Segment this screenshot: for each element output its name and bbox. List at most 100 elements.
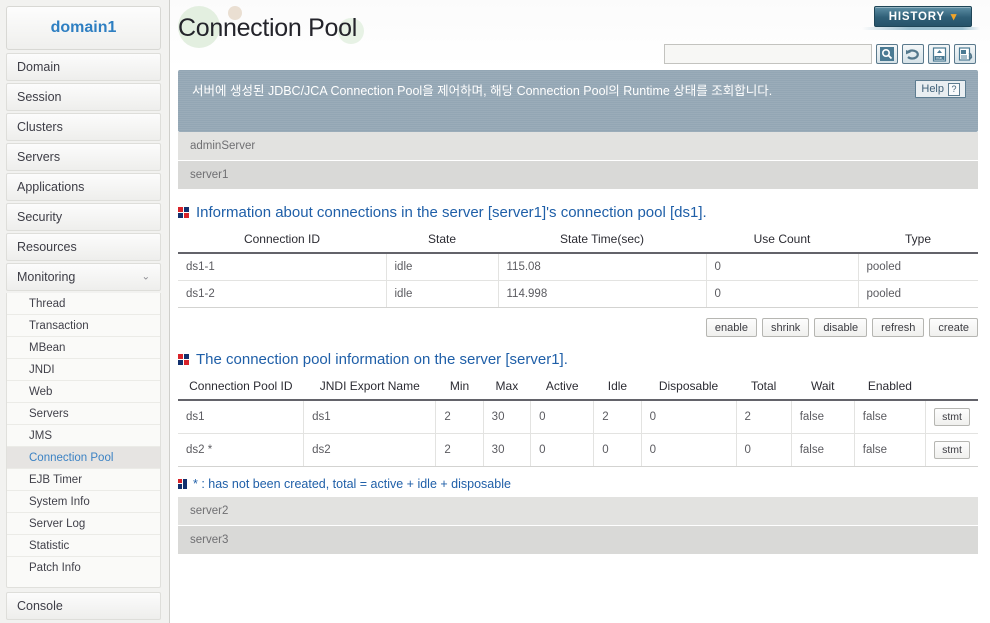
sidebar-item-console[interactable]: Console — [6, 592, 161, 620]
column-header-min[interactable]: Min — [435, 374, 484, 401]
search-icon[interactable] — [876, 44, 898, 64]
sidebar-item-jndi[interactable]: JNDI — [7, 359, 160, 381]
sidebar-item-label: Servers — [17, 150, 61, 164]
sidebar-item-mbean[interactable]: MBean — [7, 337, 160, 359]
sidebar-item-clusters[interactable]: Clusters — [6, 113, 161, 141]
cell-type: pooled — [858, 253, 978, 281]
shrink-button[interactable]: shrink — [761, 318, 810, 337]
export-report-icon[interactable] — [954, 44, 976, 64]
sidebar-item-system-info[interactable]: System Info — [7, 491, 160, 513]
cell-use-count: 0 — [706, 253, 859, 281]
table-row[interactable]: ds1-2 idle 114.998 0 pooled — [178, 280, 978, 308]
sidebar-item-label: Security — [17, 210, 63, 224]
cell-max: 30 — [483, 400, 532, 434]
column-header-active[interactable]: Active — [530, 374, 594, 401]
refresh-icon[interactable] — [902, 44, 924, 64]
sidebar-item-applications[interactable]: Applications — [6, 173, 161, 201]
question-mark-icon: ? — [948, 82, 960, 96]
table-footnote: * : has not been created, total = active… — [178, 477, 978, 491]
server-row-adminserver[interactable]: adminServer — [178, 132, 978, 161]
sidebar-top-nav: Domain Session Clusters Servers Applicat… — [6, 53, 161, 291]
column-header-state[interactable]: State — [386, 227, 498, 254]
notice-banner: 서버에 생성된 JDBC/JCA Connection Pool을 제어하며, … — [178, 70, 978, 132]
server-name: server3 — [190, 534, 229, 546]
column-header-enabled[interactable]: Enabled — [854, 374, 926, 401]
section-marker-icon — [178, 354, 189, 365]
section-title-text: The connection pool information on the s… — [196, 351, 568, 368]
history-button[interactable]: HISTORY ▾ — [874, 6, 972, 27]
sidebar-item-servers[interactable]: Servers — [6, 143, 161, 171]
sidebar-item-resources[interactable]: Resources — [6, 233, 161, 261]
disable-button[interactable]: disable — [814, 318, 868, 337]
create-button[interactable]: create — [929, 318, 978, 337]
sidebar-monitoring-submenu: Thread Transaction MBean JNDI Web Server… — [6, 293, 161, 588]
column-header-connection-pool-id[interactable]: Connection Pool ID — [178, 374, 304, 401]
column-header-total[interactable]: Total — [736, 374, 792, 401]
connections-table: Connection ID State State Time(sec) Use … — [178, 227, 978, 308]
column-header-jndi-export-name[interactable]: JNDI Export Name — [303, 374, 436, 401]
sidebar-item-servers-monitoring[interactable]: Servers — [7, 403, 160, 425]
cell-enabled: false — [854, 400, 927, 434]
connection-pool-table: Connection Pool ID JNDI Export Name Min … — [178, 374, 978, 467]
search-input[interactable] — [664, 44, 872, 64]
cell-pool-id: ds2 * — [178, 433, 305, 467]
help-button[interactable]: Help ? — [915, 80, 966, 98]
cell-state-time: 115.08 — [498, 253, 707, 281]
table-row[interactable]: ds2 * ds2 2 30 0 0 0 0 false false stmt — [178, 433, 978, 467]
enable-button[interactable]: enable — [705, 318, 757, 337]
sidebar-item-domain[interactable]: Domain — [6, 53, 161, 81]
cell-enabled: false — [854, 433, 927, 467]
stmt-button[interactable]: stmt — [934, 441, 970, 459]
column-header-wait[interactable]: Wait — [791, 374, 855, 401]
cell-active: 0 — [530, 400, 595, 434]
stmt-button[interactable]: stmt — [934, 408, 970, 426]
footnote-text: * : has not been created, total = active… — [193, 477, 511, 491]
sidebar-item-label: Session — [17, 90, 62, 104]
sidebar-item-server-log[interactable]: Server Log — [7, 513, 160, 535]
sidebar-item-patch-info[interactable]: Patch Info — [7, 557, 160, 579]
connections-section-title: Information about connections in the ser… — [178, 204, 978, 221]
sidebar-item-label: Servers — [29, 407, 69, 420]
column-header-idle[interactable]: Idle — [593, 374, 642, 401]
table-row[interactable]: ds1-1 idle 115.08 0 pooled — [178, 253, 978, 281]
sidebar-item-session[interactable]: Session — [6, 83, 161, 111]
server-row-server3[interactable]: server3 — [178, 526, 978, 555]
pool-action-buttons: enable shrink disable refresh create — [178, 318, 978, 337]
server-row-server2[interactable]: server2 — [178, 497, 978, 526]
sidebar-item-monitoring[interactable]: Monitoring ⌄ — [6, 263, 161, 291]
column-header-disposable[interactable]: Disposable — [641, 374, 737, 401]
sidebar-item-label: Server Log — [29, 517, 86, 530]
section-marker-icon — [178, 207, 189, 218]
cell-use-count: 0 — [706, 280, 859, 308]
refresh-button[interactable]: refresh — [872, 318, 925, 337]
main-content: Connection Pool HISTORY ▾ XML 서버에 생성된 JD… — [170, 0, 990, 623]
cell-active: 0 — [530, 433, 595, 467]
sidebar-item-statistic[interactable]: Statistic — [7, 535, 160, 557]
sidebar-item-security[interactable]: Security — [6, 203, 161, 231]
cell-connection-id: ds1-2 — [178, 280, 387, 308]
column-header-state-time[interactable]: State Time(sec) — [498, 227, 706, 254]
sidebar-item-transaction[interactable]: Transaction — [7, 315, 160, 337]
export-xml-icon[interactable]: XML — [928, 44, 950, 64]
server-row-server1[interactable]: server1 — [178, 161, 978, 190]
sidebar-item-connection-pool[interactable]: Connection Pool — [7, 447, 160, 469]
server-name: server2 — [190, 505, 229, 517]
sidebar-brand[interactable]: domain1 — [6, 6, 161, 50]
column-header-use-count[interactable]: Use Count — [706, 227, 858, 254]
cell-jndi-name: ds2 — [303, 433, 437, 467]
sidebar-item-thread[interactable]: Thread — [7, 293, 160, 315]
column-header-type[interactable]: Type — [858, 227, 978, 254]
sidebar-item-jms[interactable]: JMS — [7, 425, 160, 447]
help-label: Help — [921, 82, 944, 95]
sidebar-item-ejb-timer[interactable]: EJB Timer — [7, 469, 160, 491]
cell-max: 30 — [483, 433, 532, 467]
server-name: adminServer — [190, 140, 256, 152]
server-name: server1 — [190, 169, 229, 181]
column-header-connection-id[interactable]: Connection ID — [178, 227, 386, 254]
chevron-down-icon: ▾ — [950, 11, 958, 23]
column-header-max[interactable]: Max — [483, 374, 531, 401]
toolbar: XML — [664, 44, 976, 64]
history-underline-divider — [862, 27, 980, 30]
table-row[interactable]: ds1 ds1 2 30 0 2 0 2 false false stmt — [178, 400, 978, 434]
sidebar-item-web[interactable]: Web — [7, 381, 160, 403]
